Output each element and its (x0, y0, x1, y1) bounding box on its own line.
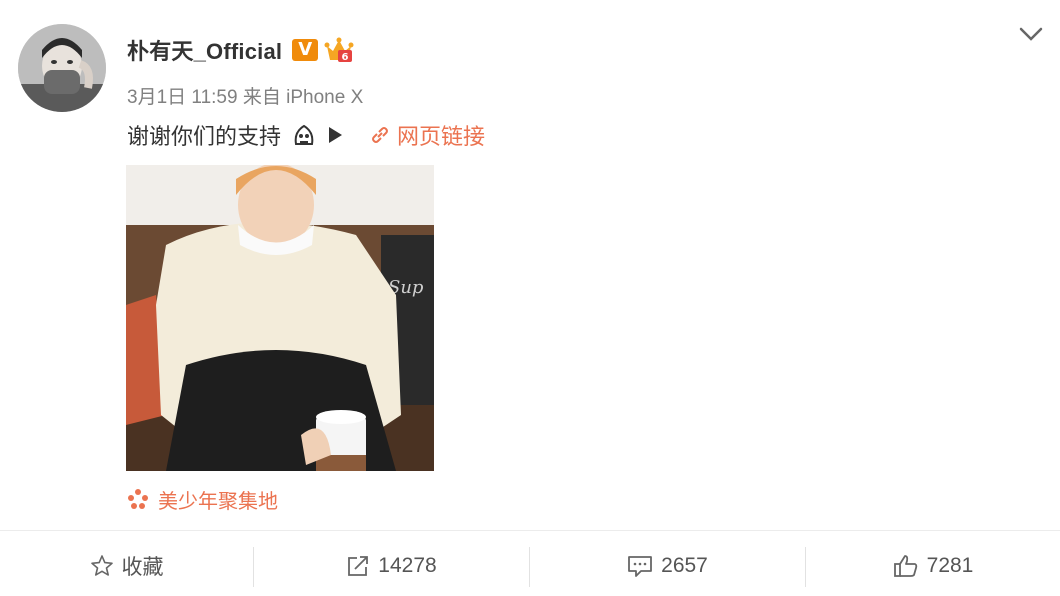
play-icon[interactable] (327, 126, 343, 144)
v-badge-icon[interactable]: V (292, 39, 319, 61)
favorite-label: 收藏 (121, 556, 164, 579)
location-pin-icon (128, 489, 148, 509)
avatar[interactable] (18, 24, 106, 112)
web-link[interactable]: 网页链接 (397, 119, 485, 151)
comment-button[interactable]: 2657 (530, 545, 805, 587)
post-text-content: 谢谢你们的支持 (127, 124, 282, 149)
thumbs-up-icon (893, 555, 917, 577)
post-text: 谢谢你们的支持 网页链接 (127, 118, 485, 152)
favorite-button[interactable]: 收藏 (0, 545, 253, 587)
like-count: 7281 (926, 554, 974, 577)
repost-icon (348, 556, 369, 576)
svg-text:6: 6 (342, 52, 349, 63)
comment-count: 2657 (661, 554, 708, 577)
comment-icon (628, 556, 653, 577)
star-icon (90, 555, 113, 576)
post-image[interactable]: Sup (126, 165, 434, 471)
location-tag[interactable]: 美少年聚集地 (126, 485, 278, 513)
location-label[interactable]: 美少年聚集地 (158, 485, 278, 514)
action-bar: 收藏 14278 2657 7281 (0, 545, 1060, 587)
like-button[interactable]: 7281 (806, 545, 1060, 587)
link-icon[interactable] (369, 124, 391, 146)
repost-button[interactable]: 14278 (254, 545, 529, 587)
post-source: 来自 iPhone X (242, 87, 364, 108)
repost-count: 14278 (378, 554, 437, 577)
author-row: 朴有天_Official V 6 (127, 34, 354, 66)
author-name[interactable]: 朴有天_Official (127, 34, 282, 66)
emoji-icon (294, 124, 314, 145)
post-timestamp[interactable]: 3月1日 11:59 (127, 87, 238, 108)
chevron-down-icon[interactable] (1017, 24, 1045, 44)
post-meta: 3月1日 11:59 来自 iPhone X (127, 82, 363, 109)
divider (0, 530, 1060, 531)
crown-icon[interactable]: 6 (324, 36, 354, 64)
